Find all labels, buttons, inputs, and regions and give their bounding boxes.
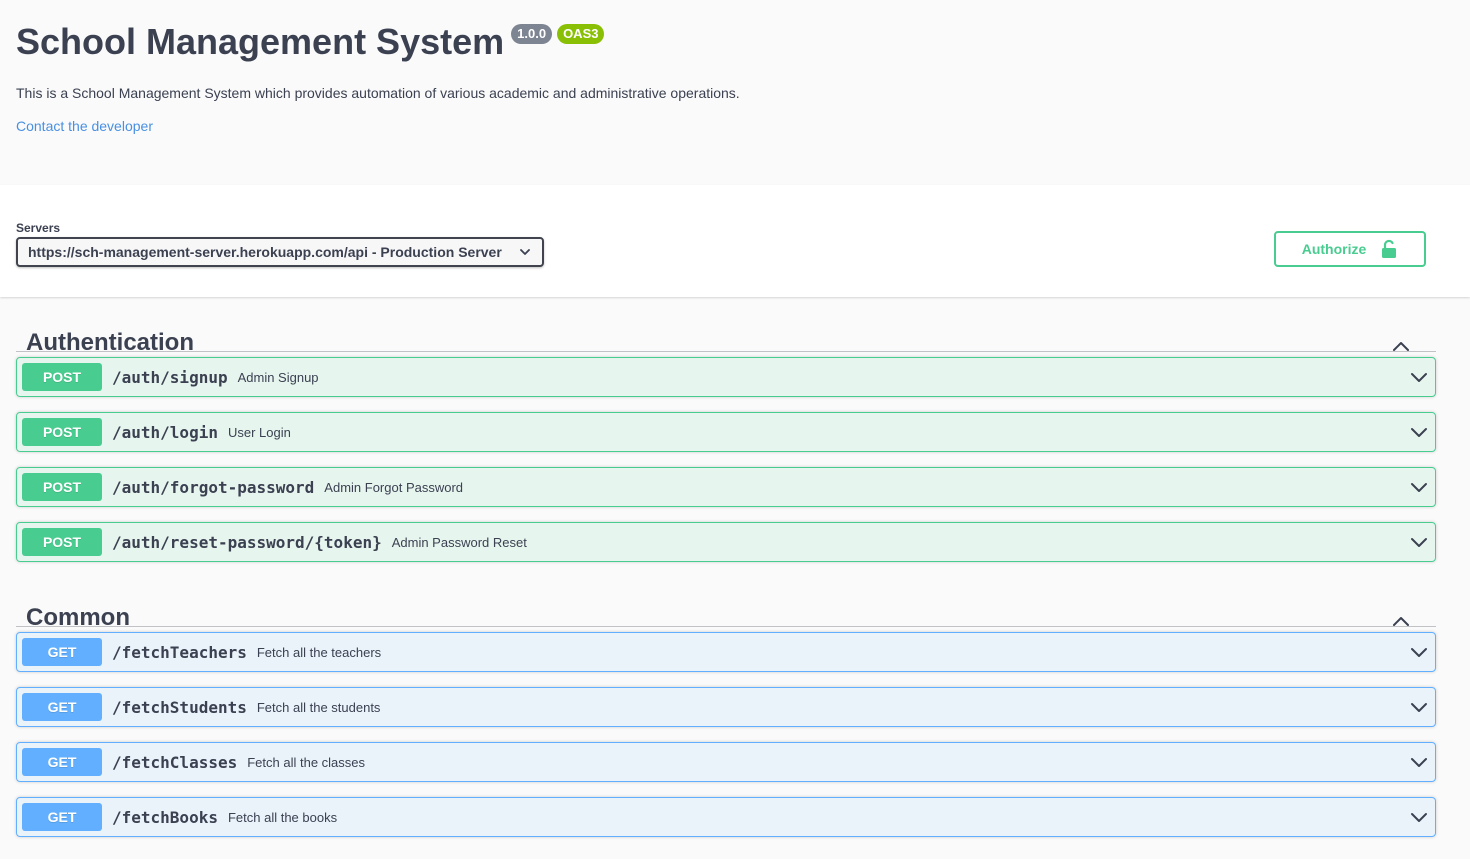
version-badge: 1.0.0	[511, 24, 553, 44]
tag-title: Authentication	[26, 329, 194, 356]
chevron-down-icon[interactable]	[1409, 423, 1429, 443]
method-badge: GET	[22, 803, 102, 831]
operation-path: /fetchStudents	[112, 697, 247, 717]
operation-fetch-classes[interactable]: GET /fetchClasses Fetch all the classes	[16, 742, 1436, 782]
operation-path: /fetchTeachers	[112, 642, 247, 662]
servers-selected-value: https://sch-management-server.herokuapp.…	[28, 244, 502, 260]
operation-auth-reset-password[interactable]: POST /auth/reset-password/{token} Admin …	[16, 522, 1436, 562]
operation-path: /auth/signup	[112, 367, 228, 387]
chevron-down-icon[interactable]	[1409, 753, 1429, 773]
chevron-down-icon[interactable]	[1409, 698, 1429, 718]
chevron-down-icon[interactable]	[1409, 533, 1429, 553]
authorize-label: Authorize	[1301, 241, 1367, 257]
title-row: School Management System 1.0.0 OAS3	[16, 20, 605, 64]
chevron-down-icon[interactable]	[1409, 808, 1429, 828]
tag-header-common[interactable]: Common	[16, 575, 1436, 631]
operation-summary: Admin Forgot Password	[324, 479, 464, 495]
chevron-down-icon[interactable]	[1409, 643, 1429, 663]
chevron-down-icon[interactable]	[1409, 478, 1429, 498]
method-badge: POST	[22, 418, 102, 446]
chevron-down-icon	[520, 249, 530, 255]
chevron-up-icon[interactable]	[1391, 611, 1411, 631]
method-badge: GET	[22, 638, 102, 666]
method-badge: GET	[22, 693, 102, 721]
oas-badge: OAS3	[557, 24, 605, 44]
servers-select[interactable]: https://sch-management-server.herokuapp.…	[16, 237, 544, 267]
operation-auth-login[interactable]: POST /auth/login User Login	[16, 412, 1436, 452]
page-title: School Management System	[16, 21, 505, 62]
method-badge: GET	[22, 748, 102, 776]
servers-label: Servers	[16, 221, 61, 235]
scheme-container: Servers https://sch-management-server.he…	[0, 185, 1470, 297]
operation-path: /fetchBooks	[112, 807, 218, 827]
method-badge: POST	[22, 473, 102, 501]
operation-fetch-books[interactable]: GET /fetchBooks Fetch all the books	[16, 797, 1436, 837]
method-badge: POST	[22, 528, 102, 556]
operation-fetch-teachers[interactable]: GET /fetchTeachers Fetch all the teacher…	[16, 632, 1436, 672]
tag-section-common: Common GET /fetchTeachers Fetch all the …	[16, 575, 1436, 837]
operation-path: /auth/reset-password/{token}	[112, 532, 382, 552]
operation-summary: Fetch all the students	[256, 699, 381, 715]
operation-path: /auth/forgot-password	[112, 477, 315, 497]
chevron-down-icon[interactable]	[1409, 368, 1429, 388]
tag-header-authentication[interactable]: Authentication	[16, 300, 1436, 356]
authorize-button[interactable]: Authorize	[1274, 231, 1426, 267]
api-info-header: School Management System 1.0.0 OAS3 This…	[0, 0, 1470, 185]
operation-path: /auth/login	[112, 422, 218, 442]
operation-fetch-students[interactable]: GET /fetchStudents Fetch all the student…	[16, 687, 1436, 727]
api-description: This is a School Management System which…	[16, 85, 740, 101]
operation-auth-forgot-password[interactable]: POST /auth/forgot-password Admin Forgot …	[16, 467, 1436, 507]
operation-path: /fetchClasses	[112, 752, 238, 772]
operation-summary: Admin Signup	[237, 369, 319, 385]
operation-summary: Fetch all the classes	[247, 754, 366, 770]
operation-summary: Admin Password Reset	[391, 534, 527, 550]
method-badge: POST	[22, 363, 102, 391]
lock-icon	[1382, 239, 1397, 258]
chevron-up-icon[interactable]	[1391, 336, 1411, 356]
operation-summary: User Login	[227, 424, 291, 440]
operation-summary: Fetch all the books	[227, 809, 338, 825]
operation-summary: Fetch all the teachers	[256, 644, 382, 660]
operation-auth-signup[interactable]: POST /auth/signup Admin Signup	[16, 357, 1436, 397]
tag-section-authentication: Authentication POST /auth/signup Admin S…	[16, 300, 1436, 562]
contact-developer-link[interactable]: Contact the developer	[16, 117, 153, 135]
tag-title: Common	[26, 604, 130, 631]
